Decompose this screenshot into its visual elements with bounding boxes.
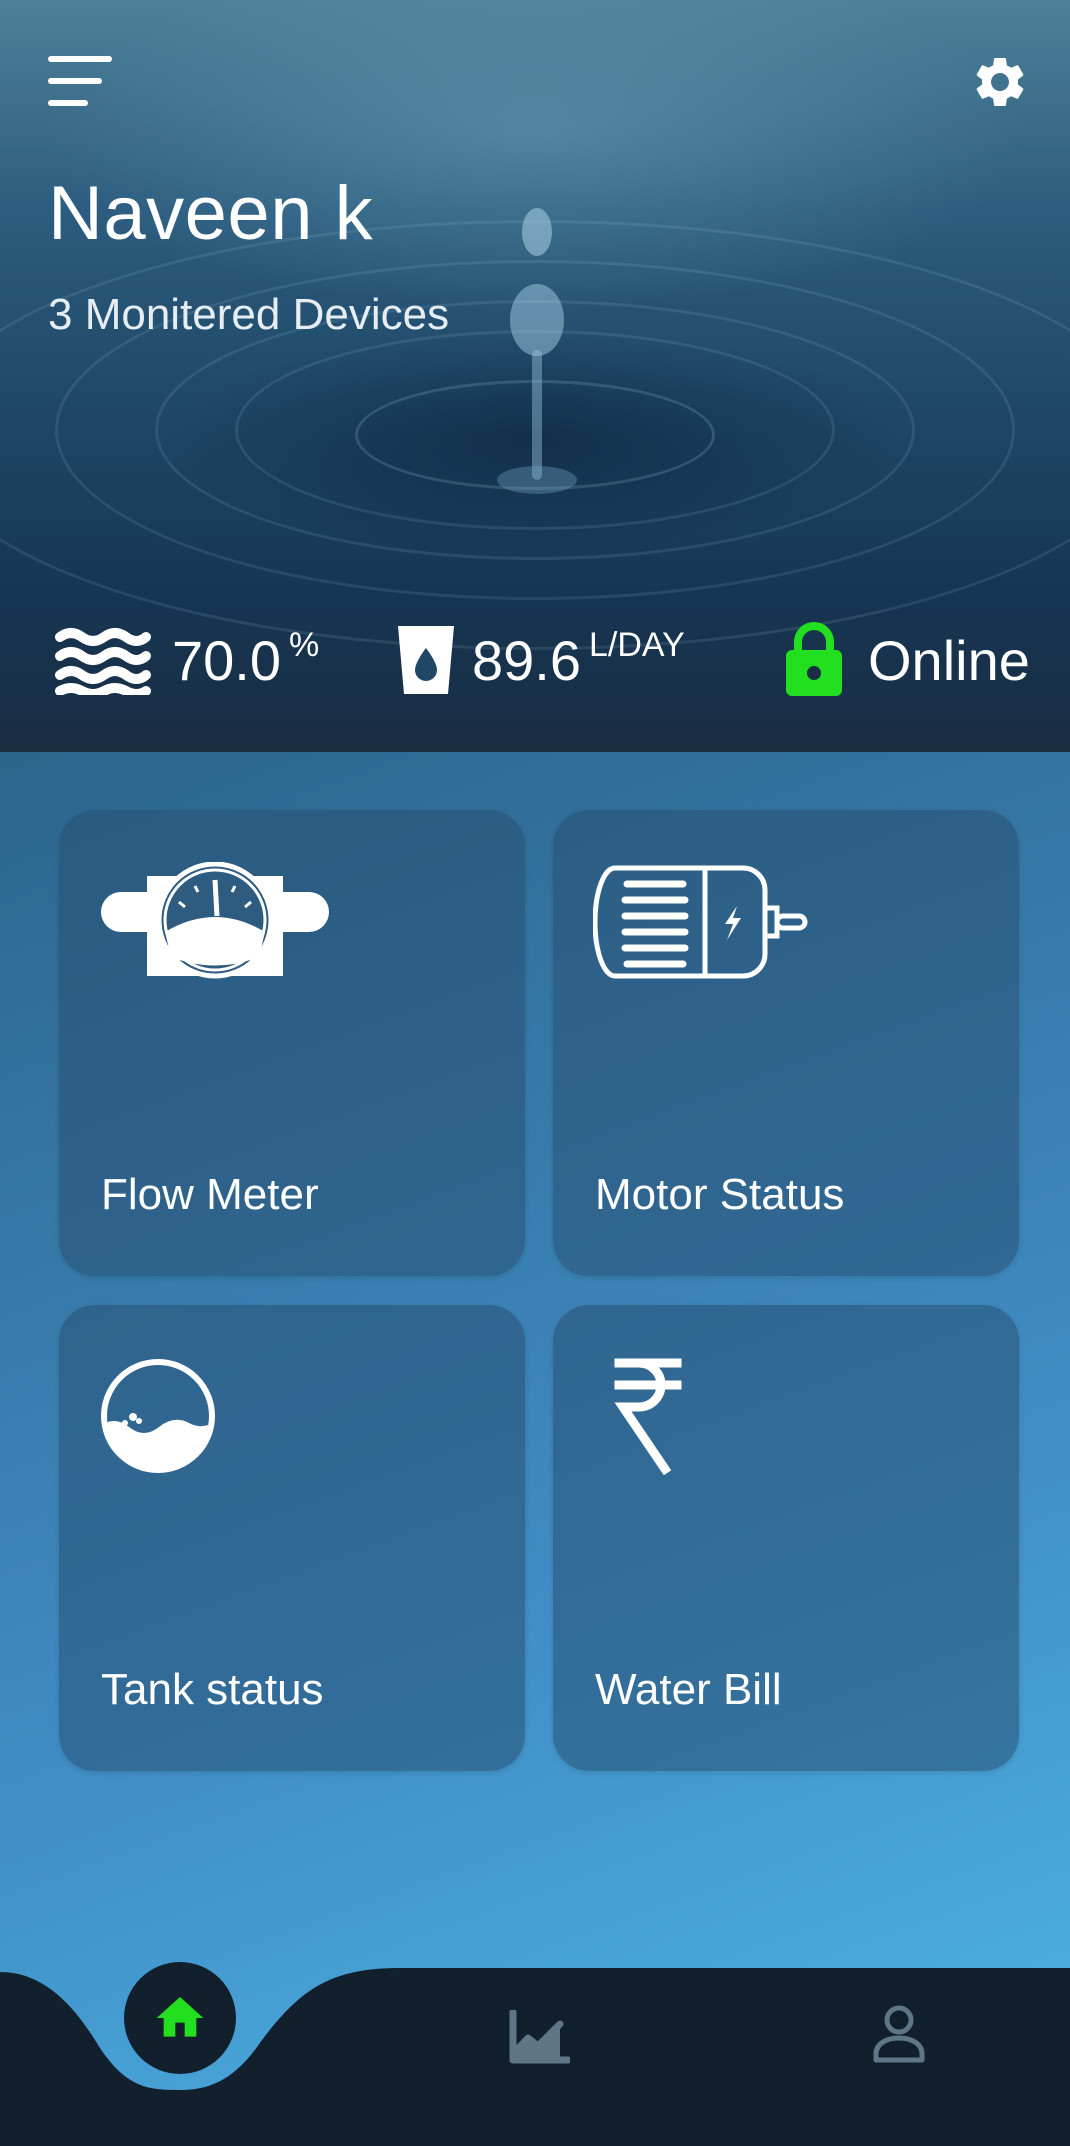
nav-home[interactable] <box>124 1962 236 2074</box>
rupee-icon <box>614 1358 682 1475</box>
waves-icon <box>55 628 151 695</box>
bottom-navigation <box>0 1960 1070 2146</box>
card-water-bill[interactable]: Water Bill <box>553 1305 1019 1771</box>
consumption-unit: L/DAY <box>589 626 685 664</box>
card-water-bill-label: Water Bill <box>595 1665 782 1714</box>
user-icon[interactable] <box>872 2004 926 2064</box>
card-tank-status[interactable]: Tank status <box>59 1305 525 1771</box>
menu-button[interactable] <box>48 56 112 106</box>
card-motor-status-label: Motor Status <box>595 1170 845 1219</box>
hamburger-line <box>48 100 88 106</box>
card-flow-meter[interactable]: Flow Meter <box>59 810 525 1276</box>
water-drop-image <box>497 208 577 494</box>
lock-icon <box>786 622 842 696</box>
user-name: Naveen k <box>48 171 374 256</box>
connection-status: Online <box>784 620 1030 700</box>
status-text: Online <box>868 628 1030 692</box>
tank-icon <box>101 1359 215 1473</box>
gear-icon[interactable] <box>970 52 1030 112</box>
daily-consumption-stat: 89.6 L/DAY <box>396 620 685 700</box>
motor-icon <box>593 865 808 979</box>
water-glass-icon <box>398 626 454 694</box>
card-tank-status-label: Tank status <box>101 1665 324 1714</box>
hamburger-line <box>48 78 102 84</box>
water-level-unit: % <box>289 626 320 664</box>
card-motor-status[interactable]: Motor Status <box>553 810 1019 1276</box>
chart-icon[interactable] <box>508 2010 570 2064</box>
consumption-value: 89.6 <box>472 628 581 692</box>
home-icon <box>156 1997 204 2037</box>
hamburger-menu-icon <box>48 56 112 62</box>
monitored-devices-count: 3 Monitered Devices <box>48 290 450 339</box>
header-banner: Naveen k 3 Monitered Devices 70.0 % 89.6… <box>0 0 1070 752</box>
water-level-stat: 70.0 % <box>54 620 319 700</box>
water-level-value: 70.0 <box>172 628 281 692</box>
card-flow-meter-label: Flow Meter <box>101 1170 319 1219</box>
flow-meter-icon <box>101 862 329 979</box>
